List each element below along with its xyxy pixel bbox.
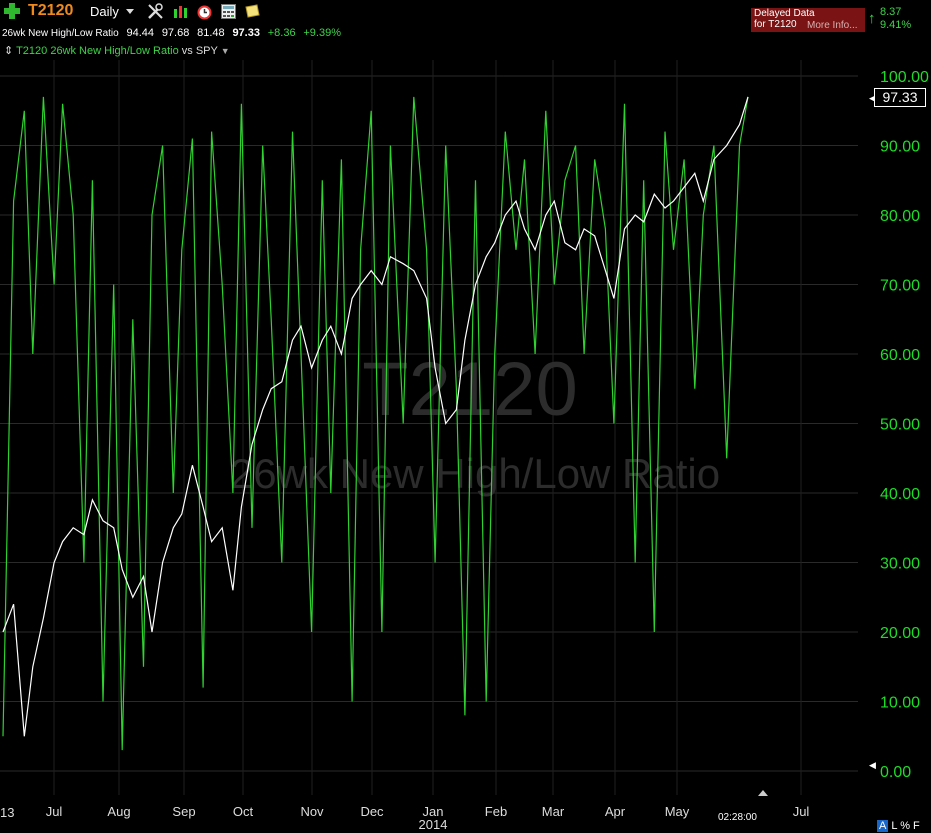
x-tick-label: Apr (605, 804, 626, 819)
symbol-label[interactable]: T2120 (28, 2, 73, 20)
watermark-indicator: 26wk New High/Low Ratio (230, 450, 720, 497)
scale-mode-toggles[interactable]: A L % F (877, 820, 920, 832)
chart-header: T2120 Daily 26wk New High/Low Ratio 94.4… (0, 0, 931, 60)
y-tick-label: 100.00 (880, 69, 929, 86)
low-value: 81.48 (197, 27, 225, 39)
x-tick-label: Dec (360, 804, 384, 819)
y-axis-labels: 0.00 10.00 20.00 30.00 40.00 50.00 60.00 70.00 8… (880, 69, 929, 781)
comparison-legend[interactable]: ⇕ T2120 26wk New High/Low Ratio vs SPY ▼ (4, 44, 230, 57)
watermark-symbol: T2120 (362, 347, 578, 432)
sort-arrows-icon: ⇕ (4, 45, 14, 57)
x-tick-label: Nov (300, 804, 324, 819)
alarm-clock-icon[interactable] (196, 3, 213, 20)
open-value: 94.44 (126, 27, 155, 39)
timestamp: 02:28:00 (718, 812, 757, 823)
close-value: 97.33 (232, 27, 260, 39)
y-tick-label: 30.00 (880, 556, 920, 573)
ohlc-line: 26wk New High/Low Ratio 94.44 97.68 81.4… (2, 27, 341, 39)
y-tick-label: 60.00 (880, 347, 920, 364)
note-icon[interactable] (244, 3, 261, 20)
x-tick-label: Oct (233, 804, 254, 819)
chevron-down-icon[interactable] (126, 9, 134, 14)
y-tick-label: 90.00 (880, 139, 920, 156)
y-tick-label: 10.00 (880, 695, 920, 712)
y-tick-label: 50.00 (880, 417, 920, 434)
indicator-name: 26wk New High/Low Ratio (2, 28, 119, 39)
add-plus-icon[interactable] (3, 2, 21, 20)
period-selector[interactable]: Daily (90, 4, 119, 19)
comparison-label: T2120 26wk New High/Low Ratio (16, 45, 179, 57)
x-tick-label: Aug (107, 804, 130, 819)
chevron-up-icon[interactable] (758, 790, 768, 796)
side-change-value: 8.37 (880, 6, 902, 18)
high-value: 97.68 (161, 27, 190, 39)
last-value-box: 97.33 (874, 88, 926, 107)
mode-f[interactable]: F (913, 820, 920, 832)
y-tick-label: 0.00 (880, 764, 911, 781)
chevron-down-icon[interactable]: ▼ (221, 46, 230, 56)
x-tick-label: Jul (46, 804, 63, 819)
mode-l[interactable]: L (891, 820, 897, 832)
calculator-icon[interactable] (220, 3, 237, 20)
chart-type-icon[interactable] (172, 3, 189, 20)
zero-pointer-icon: ◀ (869, 760, 876, 770)
y-tick-label: 80.00 (880, 208, 920, 225)
x-tick-label: Feb (485, 804, 507, 819)
x-tick-label: May (665, 804, 690, 819)
x-tick-label: Sep (172, 804, 195, 819)
x-tick-label: Mar (542, 804, 565, 819)
x-tick-label: Jul (793, 804, 810, 819)
y-tick-label: 70.00 (880, 278, 920, 295)
more-info-link[interactable]: More Info... (807, 20, 858, 31)
price-chart[interactable]: T2120 26wk New High/Low Ratio 0.00 10.00 2… (0, 60, 931, 833)
delayed-line1: Delayed Data (754, 8, 815, 19)
tools-icon[interactable] (147, 3, 164, 20)
delayed-data-notice[interactable]: Delayed Data for T2120 More Info... (751, 8, 865, 32)
change-value: +8.36 (267, 27, 296, 39)
mode-a[interactable]: A (877, 820, 889, 832)
comparison-vs: vs SPY (181, 45, 218, 57)
year-label: 2014 (419, 817, 448, 832)
y-tick-label: 20.00 (880, 625, 920, 642)
change-pct-value: +9.39% (303, 27, 341, 39)
side-change-pct: 9.41% (880, 19, 912, 31)
side-change-box: 8.37 9.41% (868, 6, 911, 32)
edge-year-label: 13 (0, 805, 14, 820)
y-tick-label: 40.00 (880, 486, 920, 503)
mode-pct[interactable]: % (900, 820, 910, 832)
